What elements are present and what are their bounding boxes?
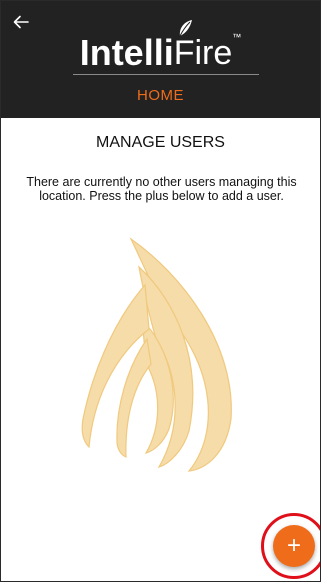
page-title: MANAGE USERS — [96, 134, 225, 151]
app-screen: Intelli Fire ™ HOME MANAGE USERS There a… — [0, 0, 321, 582]
intellifire-logo: Intelli Fire ™ — [1, 20, 320, 73]
leaf-icon — [179, 20, 192, 37]
flame-watermark-icon — [81, 237, 232, 472]
add-user-button[interactable]: + — [273, 525, 315, 567]
nav-home-label[interactable]: HOME — [1, 87, 320, 104]
header-divider — [73, 74, 259, 75]
plus-icon: + — [286, 532, 301, 559]
trademark-mark: ™ — [232, 32, 242, 42]
logo-text-light: Fire — [174, 20, 232, 73]
empty-state-message: There are currently no other users manag… — [26, 175, 297, 203]
logo-text-bold: Intelli — [79, 32, 174, 73]
header-bar: Intelli Fire ™ HOME — [1, 1, 320, 118]
